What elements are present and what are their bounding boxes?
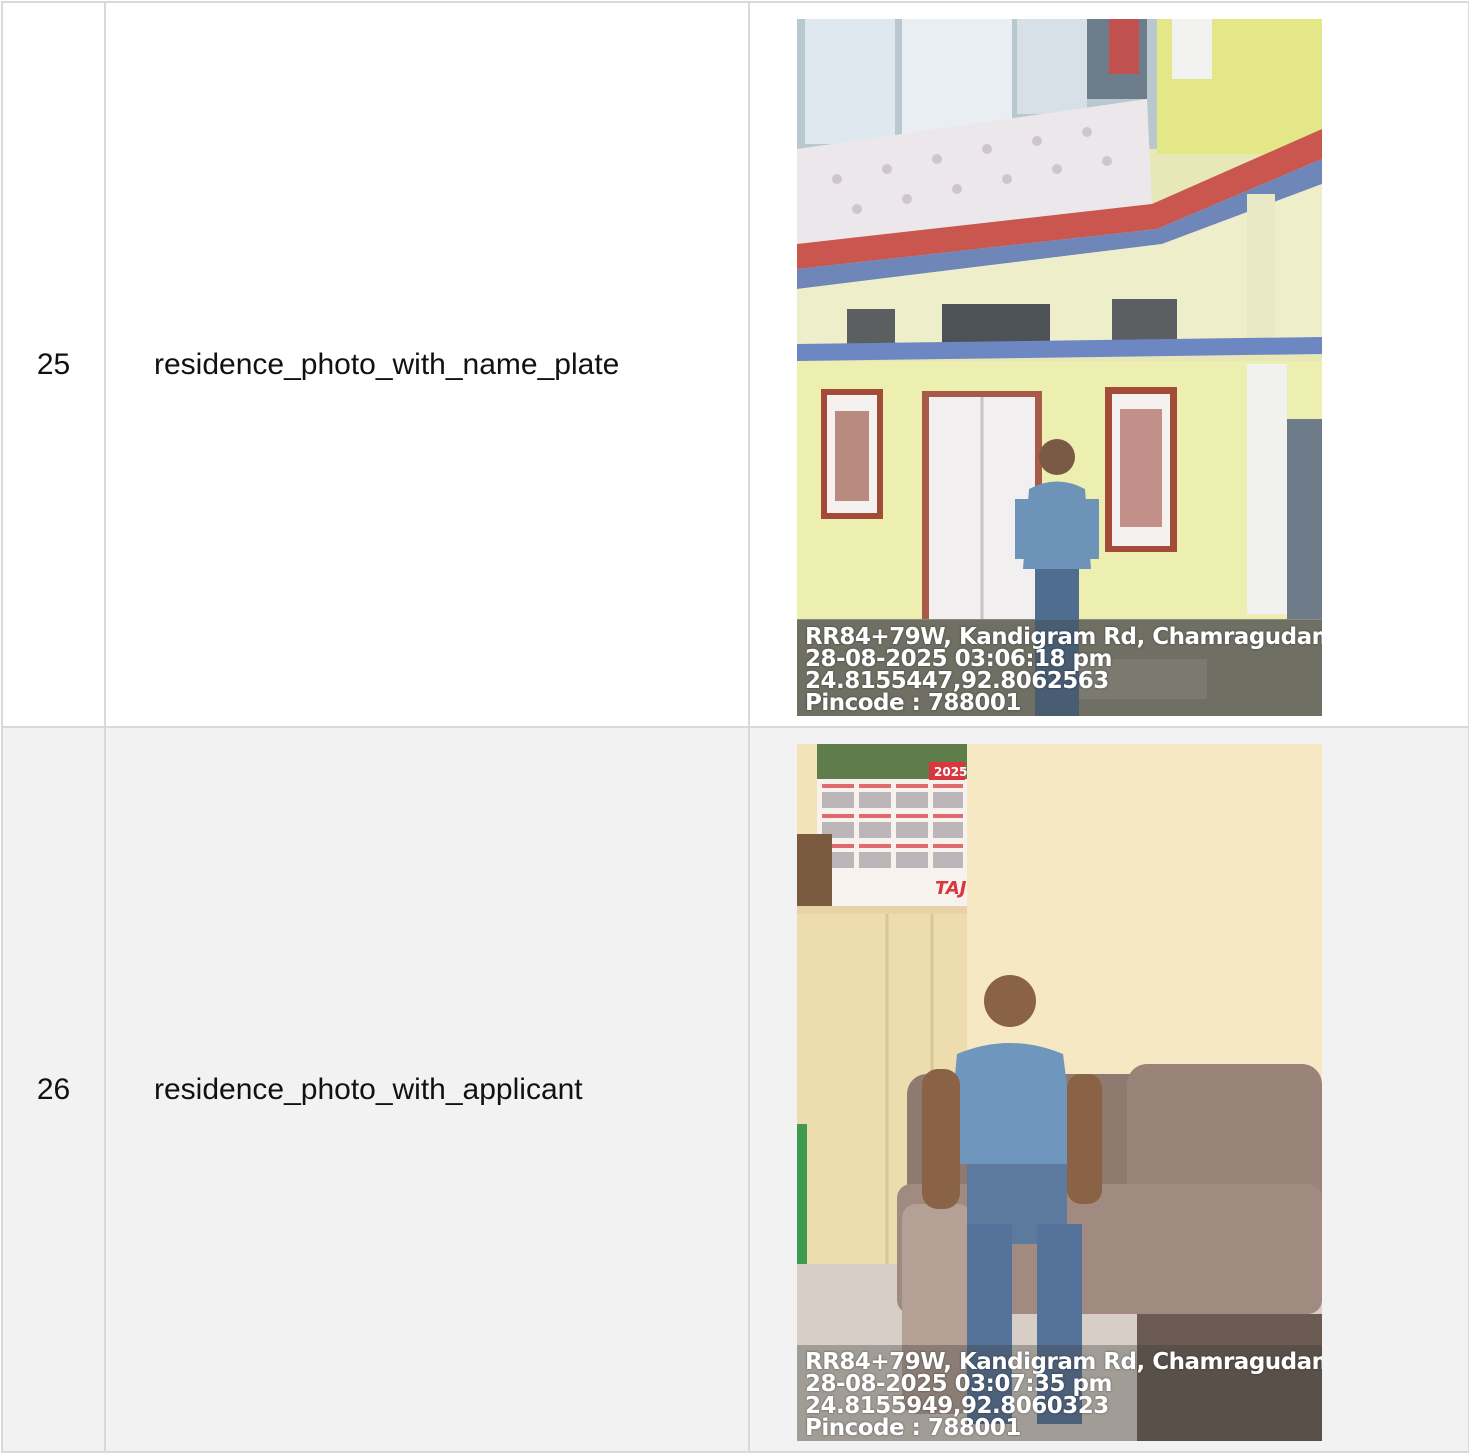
stamp-pincode: Pincode : 788001: [805, 1415, 1021, 1441]
stamp-address: RR84+79W, Kandigram Rd, Chamragudam, M: [805, 624, 1322, 650]
stamp-coords: 24.8155447,92.8062563: [805, 668, 1109, 694]
row-label: residence_photo_with_applicant: [104, 726, 750, 1453]
photo-geostamp: RR84+79W, Kandigram Rd, Chamragudam, M 2…: [797, 1345, 1322, 1441]
residence-photo-name-plate[interactable]: RR84+79W, Kandigram Rd, Chamragudam, M 2…: [797, 19, 1322, 716]
wall-calendar: 2025 TAJ: [817, 744, 967, 909]
photo-cell: RR84+79W, Kandigram Rd, Chamragudam, M 2…: [748, 1, 1469, 728]
stamp-pincode: Pincode : 788001: [805, 690, 1021, 716]
calendar-brand: TAJ: [935, 878, 967, 899]
table-row: 26 residence_photo_with_applicant 2025 T…: [1, 726, 1469, 1453]
table-row: 25 residence_photo_with_name_plate RR84+…: [1, 1, 1469, 728]
stamp-datetime: 28-08-2025 03:07:35 pm: [805, 1371, 1112, 1397]
photo-cell: 2025 TAJ RR84+79W, Kandigram Rd, Chamrag…: [748, 726, 1469, 1453]
row-label: residence_photo_with_name_plate: [104, 1, 750, 728]
stamp-coords: 24.8155949,92.8060323: [805, 1393, 1109, 1419]
photo-geostamp: RR84+79W, Kandigram Rd, Chamragudam, M 2…: [797, 620, 1322, 716]
stamp-address: RR84+79W, Kandigram Rd, Chamragudam, M: [805, 1349, 1322, 1375]
row-number: 25: [1, 1, 106, 728]
living-room-image: 2025 TAJ: [797, 744, 1322, 1441]
house-exterior-image: [797, 19, 1322, 716]
residence-photo-applicant[interactable]: 2025 TAJ RR84+79W, Kandigram Rd, Chamrag…: [797, 744, 1322, 1441]
calendar-year: 2025: [934, 765, 967, 779]
stamp-datetime: 28-08-2025 03:06:18 pm: [805, 646, 1112, 672]
row-number: 26: [1, 726, 106, 1453]
photo-table: 25 residence_photo_with_name_plate RR84+…: [1, 1, 1469, 1453]
